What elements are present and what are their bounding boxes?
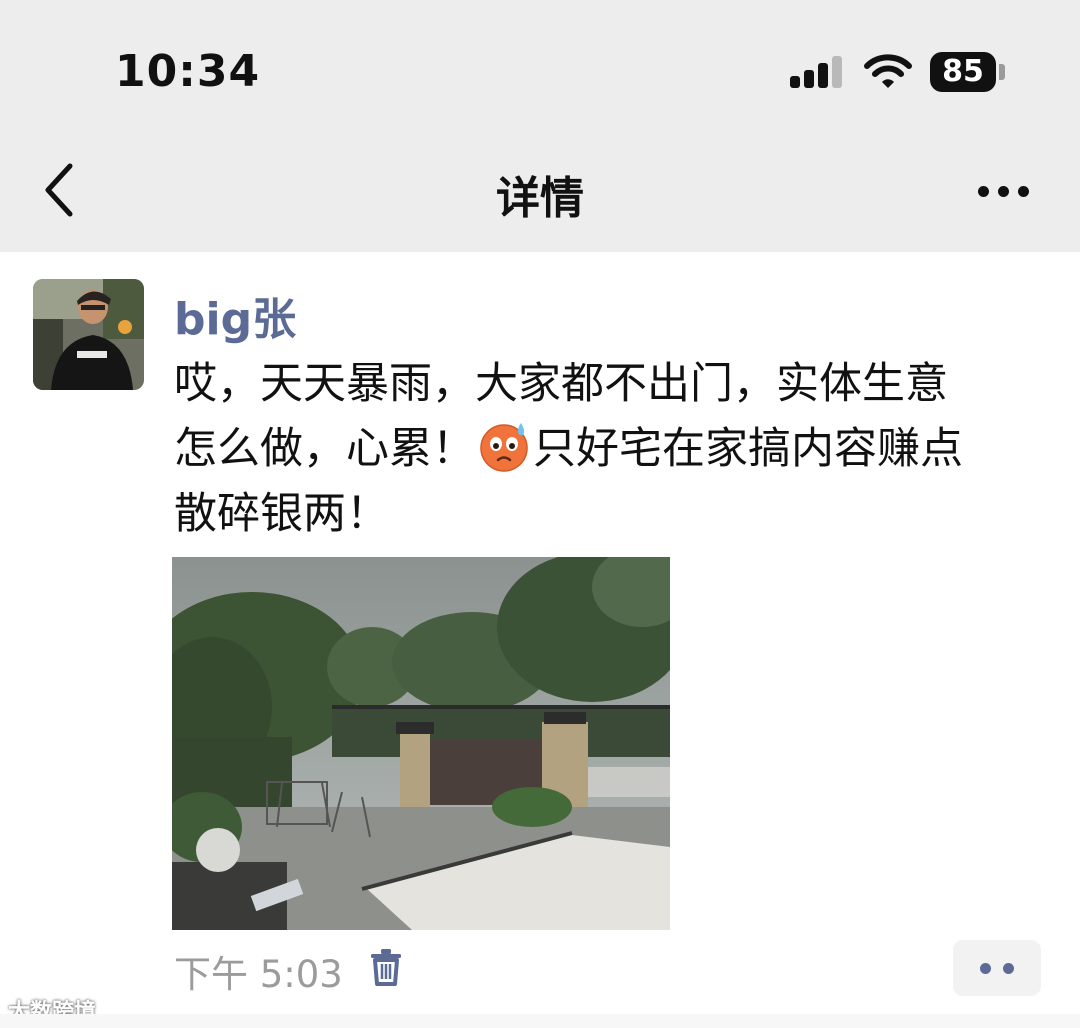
sweating-face-emoji <box>480 423 528 472</box>
battery-cap <box>999 64 1005 80</box>
header-area: 10:34 85 详情 <box>0 0 1080 252</box>
content-line-2: 怎么做，心累！ 只好宅在家搞内容赚点 <box>174 417 1054 482</box>
content-line-2-start: 怎么做，心累！ <box>174 424 475 474</box>
post-time: 下午 5:03 <box>174 953 343 996</box>
signal-icon <box>790 56 844 88</box>
rainy-courtyard-photo <box>172 557 670 930</box>
content-line-1: 哎，天天暴雨，大家都不出门，实体生意 <box>174 359 948 409</box>
post-photo[interactable] <box>172 557 670 930</box>
trash-icon[interactable] <box>369 948 403 986</box>
more-icon[interactable] <box>972 176 1036 206</box>
page-title: 详情 <box>496 173 584 224</box>
user-avatar-image <box>33 279 144 390</box>
bottom-divider <box>0 1014 1080 1028</box>
status-time: 10:34 <box>115 46 261 97</box>
author-name[interactable]: big张 <box>174 283 296 347</box>
content-line-3: 散碎银两！ <box>174 489 389 539</box>
avatar[interactable] <box>33 279 144 390</box>
more-dots-icon[interactable] <box>953 940 1041 996</box>
content-line-2-end: 只好宅在家搞内容赚点 <box>533 424 963 474</box>
battery-icon: 85 <box>930 52 996 92</box>
post-content: 哎，天天暴雨，大家都不出门，实体生意 怎么做，心累！ 只好宅在家搞内容赚点 散碎… <box>174 352 1054 547</box>
wifi-icon <box>864 54 912 88</box>
